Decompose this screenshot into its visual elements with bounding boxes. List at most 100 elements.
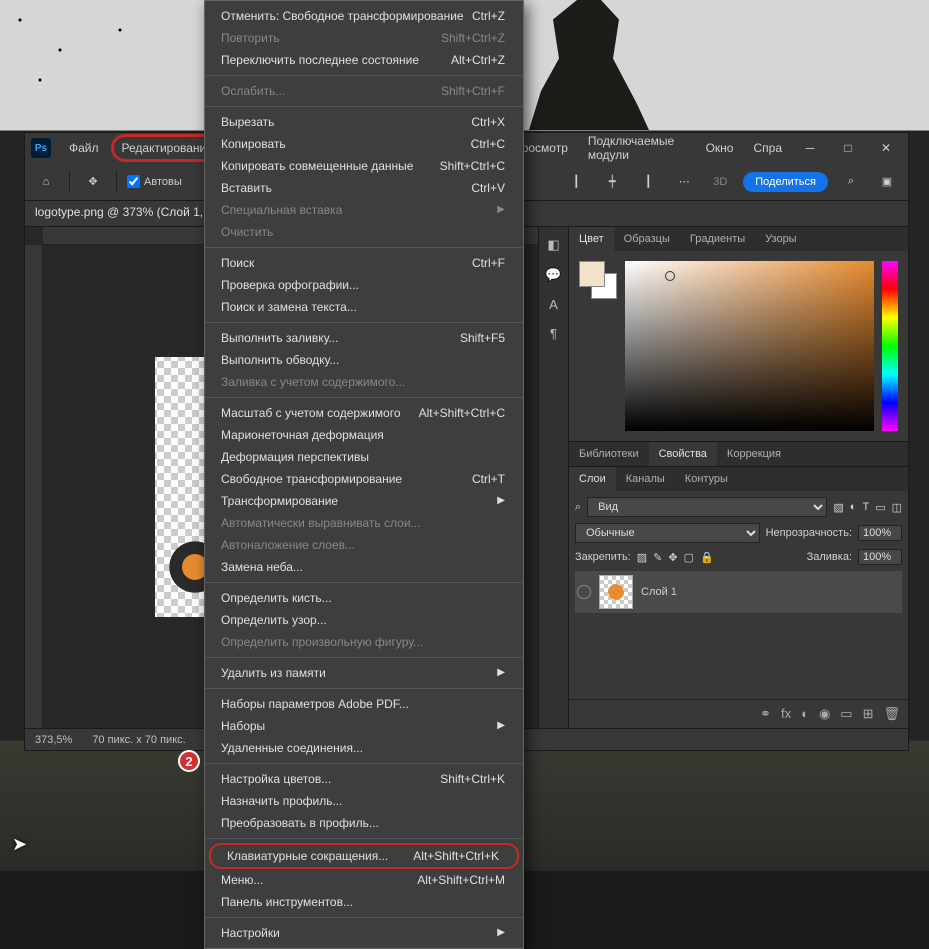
workspace-icon[interactable]: ▣ xyxy=(874,169,900,195)
menu-shortcut: Shift+F5 xyxy=(460,330,505,346)
lock-brush-icon[interactable]: ✎ xyxy=(653,551,662,564)
menu-item[interactable]: Свободное трансформированиеCtrl+T xyxy=(205,468,523,490)
lock-artboard-icon[interactable]: ▢ xyxy=(684,551,694,564)
panel-icon-4[interactable]: ¶ xyxy=(550,326,557,341)
menu-item[interactable]: Панель инструментов... xyxy=(205,891,523,913)
tab-adjustments[interactable]: Коррекция xyxy=(717,442,791,466)
menu-item[interactable]: Назначить профиль... xyxy=(205,790,523,812)
menu-item[interactable]: Проверка орфографии... xyxy=(205,274,523,296)
tab-swatches[interactable]: Образцы xyxy=(614,227,680,251)
menu-item[interactable]: Удаленные соединения... xyxy=(205,737,523,759)
visibility-toggle-icon[interactable] xyxy=(577,585,591,599)
blend-mode-select[interactable]: Обычные xyxy=(575,523,760,543)
menu-item[interactable]: Настройка цветов...Shift+Ctrl+K xyxy=(205,768,523,790)
menu-item[interactable]: Наборы параметров Adobe PDF... xyxy=(205,693,523,715)
tab-layers[interactable]: Слои xyxy=(569,467,616,491)
mask-icon[interactable]: ◐ xyxy=(801,706,809,722)
menu-item[interactable]: Определить кисть... xyxy=(205,587,523,609)
menu-separator xyxy=(205,838,523,839)
menu-separator xyxy=(205,657,523,658)
window-minimize[interactable]: ─ xyxy=(794,137,826,159)
distribute-icon[interactable]: ⋯ xyxy=(671,169,697,195)
menu-item-label: Очистить xyxy=(221,224,273,240)
align-center-icon[interactable]: ┿ xyxy=(599,169,625,195)
menu-item[interactable]: Настройки▶ xyxy=(205,922,523,944)
auto-select-check[interactable] xyxy=(127,175,140,188)
filter-type-icon[interactable]: T xyxy=(862,501,869,513)
3d-mode-icon[interactable]: 3D xyxy=(707,169,733,195)
menu-item[interactable]: Клавиатурные сокращения...Alt+Shift+Ctrl… xyxy=(209,843,519,869)
menu-item[interactable]: Масштаб с учетом содержимогоAlt+Shift+Ct… xyxy=(205,402,523,424)
filter-adjust-icon[interactable]: ◐ xyxy=(850,501,857,513)
fg-bg-swatch[interactable] xyxy=(579,261,617,299)
menu-item[interactable]: ПоискCtrl+F xyxy=(205,252,523,274)
menu-item[interactable]: Определить узор... xyxy=(205,609,523,631)
window-close[interactable]: ✕ xyxy=(870,137,902,159)
lock-all-icon[interactable]: 🔒 xyxy=(700,551,714,564)
menu-item[interactable]: Выполнить заливку...Shift+F5 xyxy=(205,327,523,349)
filter-pixel-icon[interactable]: ▧ xyxy=(833,501,843,514)
menu-item[interactable]: Копировать совмещенные данныеShift+Ctrl+… xyxy=(205,155,523,177)
color-field[interactable] xyxy=(625,261,874,431)
menu-item[interactable]: Марионеточная деформация xyxy=(205,424,523,446)
opacity-input[interactable] xyxy=(858,525,902,541)
link-layers-icon[interactable]: ⚭ xyxy=(760,706,771,722)
fx-icon[interactable]: fx xyxy=(781,706,791,722)
menu-item[interactable]: Преобразовать в профиль... xyxy=(205,812,523,834)
adjustment-icon[interactable]: ◉ xyxy=(819,706,830,722)
align-left-icon[interactable]: ┃ xyxy=(563,169,589,195)
menu-item[interactable]: Выполнить обводку... xyxy=(205,349,523,371)
menu-file[interactable]: Файл xyxy=(61,137,107,159)
filter-smart-icon[interactable]: ◫ xyxy=(892,501,902,514)
menu-item[interactable]: КопироватьCtrl+C xyxy=(205,133,523,155)
kind-search-icon[interactable]: ⌕ xyxy=(575,501,581,514)
lock-move-icon[interactable]: ✥ xyxy=(668,551,677,564)
tab-gradients[interactable]: Градиенты xyxy=(680,227,755,251)
menu-item[interactable]: Замена неба... xyxy=(205,556,523,578)
tab-color[interactable]: Цвет xyxy=(569,227,614,251)
search-icon[interactable]: ⌕ xyxy=(838,169,864,195)
menu-item[interactable]: Трансформирование▶ xyxy=(205,490,523,512)
menu-item[interactable]: Отменить: Свободное трансформированиеCtr… xyxy=(205,5,523,27)
new-layer-icon[interactable]: ⊞ xyxy=(863,706,874,722)
panel-icon-3[interactable]: A xyxy=(549,297,558,312)
zoom-level[interactable]: 373,5% xyxy=(35,734,72,746)
layer-row[interactable]: Слой 1 xyxy=(575,571,902,613)
menu-help[interactable]: Спра xyxy=(745,137,790,159)
auto-select-checkbox[interactable]: Автовы xyxy=(127,175,182,188)
menu-item[interactable]: Удалить из памяти▶ xyxy=(205,662,523,684)
layer-kind-select[interactable]: Вид xyxy=(587,497,827,517)
tab-paths[interactable]: Контуры xyxy=(675,467,738,491)
filter-shape-icon[interactable]: ▭ xyxy=(875,501,885,514)
menu-window[interactable]: Окно xyxy=(698,137,742,159)
menu-item[interactable]: Деформация перспективы xyxy=(205,446,523,468)
delete-icon[interactable]: 🗑 xyxy=(883,706,900,722)
menu-item[interactable]: ВставитьCtrl+V xyxy=(205,177,523,199)
home-icon[interactable]: ⌂ xyxy=(33,169,59,195)
group-icon[interactable]: ▭ xyxy=(840,706,852,722)
menu-item[interactable]: Меню...Alt+Shift+Ctrl+M xyxy=(205,869,523,891)
fill-input[interactable] xyxy=(858,549,902,565)
menu-item[interactable]: ВырезатьCtrl+X xyxy=(205,111,523,133)
hue-slider[interactable] xyxy=(882,261,898,431)
lock-pixels-icon[interactable]: ▨ xyxy=(637,551,647,564)
menu-separator xyxy=(205,397,523,398)
panel-icon-2[interactable]: 💬 xyxy=(545,267,561,283)
tab-channels[interactable]: Каналы xyxy=(616,467,675,491)
menu-item[interactable]: Наборы▶ xyxy=(205,715,523,737)
layer-thumbnail[interactable] xyxy=(599,575,633,609)
window-maximize[interactable]: □ xyxy=(832,137,864,159)
tab-libraries[interactable]: Библиотеки xyxy=(569,442,649,466)
menu-item[interactable]: Переключить последнее состояниеAlt+Ctrl+… xyxy=(205,49,523,71)
menu-item[interactable]: Поиск и замена текста... xyxy=(205,296,523,318)
menu-item-label: Копировать xyxy=(221,136,286,152)
panel-icon-1[interactable]: ◧ xyxy=(547,237,559,253)
menu-plugins[interactable]: Подключаемые модули xyxy=(580,130,694,166)
tab-properties[interactable]: Свойства xyxy=(649,442,717,466)
layer-name[interactable]: Слой 1 xyxy=(641,586,677,598)
move-tool-icon[interactable]: ✥ xyxy=(80,169,106,195)
align-right-icon[interactable]: ┃ xyxy=(635,169,661,195)
menu-separator xyxy=(205,582,523,583)
share-button[interactable]: Поделиться xyxy=(743,172,828,192)
tab-patterns[interactable]: Узоры xyxy=(755,227,806,251)
